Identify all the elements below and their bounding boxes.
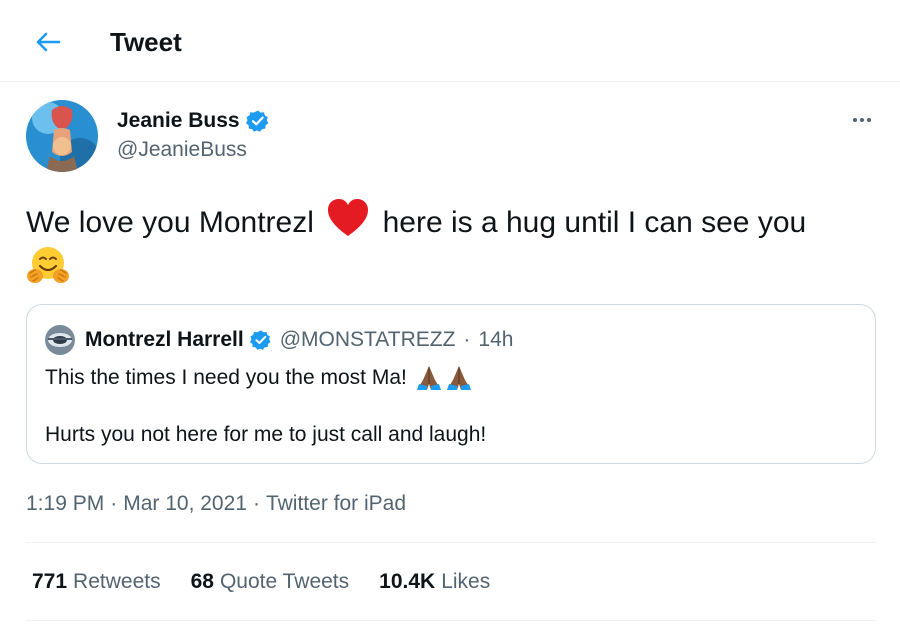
quoted-avatar-image: [45, 325, 75, 355]
tweet-date[interactable]: Mar 10, 2021: [123, 490, 247, 518]
tweet-text-part1: We love you Montrezl: [26, 206, 314, 239]
quoted-tweet[interactable]: Montrezl Harrell @MONSTATREZZ · 14h This…: [26, 304, 876, 464]
back-arrow-icon: [36, 32, 61, 52]
meta-separator: ·: [252, 492, 260, 515]
tweet-text-part2: here is a hug until I can see you: [382, 206, 807, 239]
likes-stat[interactable]: 10.4K Likes: [379, 568, 490, 596]
avatar[interactable]: [26, 100, 98, 172]
retweets-label: Retweets: [73, 570, 161, 593]
more-options-button[interactable]: [844, 108, 880, 132]
verified-badge-icon: [249, 330, 271, 350]
verified-badge-icon: [245, 110, 268, 132]
quote-tweets-stat[interactable]: 68 Quote Tweets: [191, 568, 350, 596]
retweets-count: 771: [32, 570, 68, 593]
red-heart-icon: [328, 199, 369, 236]
quoted-text-line1: This the times I need you the most Ma!: [45, 366, 407, 389]
quote-tweets-label: Quote Tweets: [219, 570, 350, 593]
divider: [26, 620, 876, 621]
author-handle[interactable]: @JeanieBuss: [117, 137, 247, 163]
tweet-author: Jeanie Buss @JeanieBuss: [0, 82, 900, 182]
quoted-author-name[interactable]: Montrezl Harrell: [85, 328, 244, 352]
hugging-face-icon: [27, 247, 69, 283]
tweet-time[interactable]: 1:19 PM: [26, 490, 104, 518]
author-name[interactable]: Jeanie Buss: [117, 108, 240, 134]
meta-separator: ·: [110, 492, 118, 515]
tweet-metadata: 1:19 PM · Mar 10, 2021 · Twitter for iPa…: [26, 490, 406, 518]
quoted-timestamp[interactable]: 14h: [478, 328, 513, 352]
quoted-avatar[interactable]: [45, 325, 75, 355]
likes-label: Likes: [441, 570, 491, 593]
tweet-source-link[interactable]: Twitter for iPad: [266, 490, 406, 518]
avatar-image: [26, 100, 98, 172]
quoted-separator: ·: [463, 328, 471, 351]
divider: [26, 542, 876, 543]
tweet-stats: 771 Retweets 68 Quote Tweets 10.4K Likes: [32, 568, 490, 596]
quote-tweets-count: 68: [190, 570, 214, 593]
likes-count: 10.4K: [379, 570, 436, 593]
quoted-text-line2: Hurts you not here for me to just call a…: [45, 423, 487, 446]
retweets-stat[interactable]: 771 Retweets: [32, 568, 161, 596]
more-dots-icon: [853, 118, 857, 122]
tweet-text: We love you Montrezl here is a hug until…: [26, 198, 876, 294]
page-title: Tweet: [110, 27, 182, 57]
back-button[interactable]: [30, 24, 66, 60]
tweet-header: Tweet: [0, 0, 900, 82]
folded-hands-icon: [416, 366, 471, 390]
quoted-author-handle[interactable]: @MONSTATREZZ: [280, 328, 456, 352]
